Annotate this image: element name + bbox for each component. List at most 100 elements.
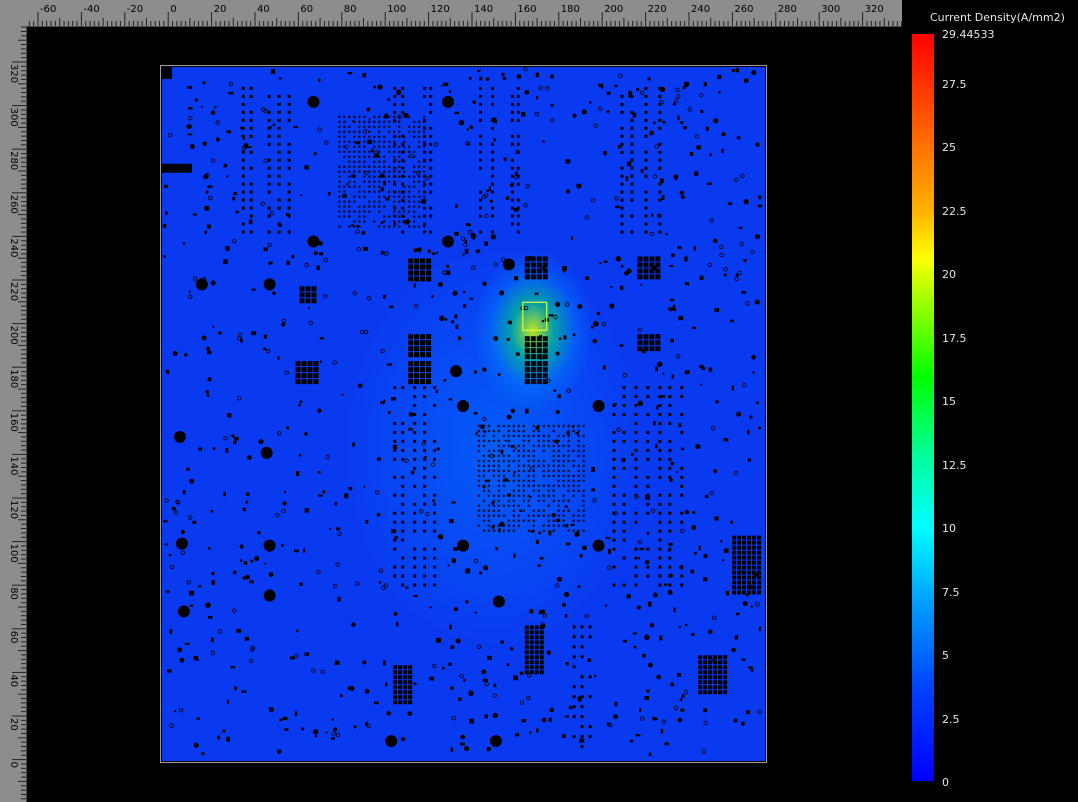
ruler-left-label: 320: [8, 64, 19, 83]
ruler-top-label: 240: [691, 4, 710, 15]
legend-value: 10: [942, 522, 956, 536]
pad-array: [408, 334, 432, 358]
ruler-top-label: 300: [821, 4, 840, 15]
ruler-top-label: 80: [344, 4, 357, 15]
ruler-left-label: 140: [8, 456, 19, 475]
bga-footprint: [477, 424, 585, 532]
via-column: [393, 386, 397, 578]
pad-array: [295, 361, 319, 385]
via-column: [413, 386, 417, 587]
bga-footprint: [338, 115, 426, 228]
ruler-top-label: -60: [40, 4, 56, 15]
pad-array: [524, 336, 548, 360]
via-column: [658, 386, 662, 587]
pad-array: [408, 258, 432, 282]
mounting-hole: [263, 589, 276, 602]
ruler-left-label: 300: [8, 108, 19, 127]
via-column: [478, 86, 482, 234]
ruler-left-label: 120: [8, 500, 19, 519]
pad-array: [637, 256, 661, 280]
ruler-top-label: 120: [431, 4, 450, 15]
mounting-hole: [442, 95, 455, 108]
ruler-left-label: 160: [8, 413, 19, 432]
legend-value: 25: [942, 141, 956, 155]
legend-value: 17.5: [942, 331, 967, 345]
mounting-hole: [195, 278, 208, 291]
ruler-top-label: 40: [257, 4, 270, 15]
mounting-hole: [385, 735, 398, 748]
mounting-hole: [177, 605, 190, 618]
via-column: [572, 625, 576, 739]
via-column: [588, 625, 592, 739]
legend-value: 12.5: [942, 458, 967, 472]
pad-array: [524, 361, 548, 385]
legend-value: 15: [942, 395, 956, 409]
pad-array: [408, 361, 432, 385]
mounting-hole: [307, 235, 320, 248]
mounting-hole: [450, 365, 463, 378]
board-outline: [160, 65, 767, 763]
ruler-top-label: 160: [517, 4, 536, 15]
mounting-hole: [457, 400, 469, 413]
ruler-top-label: 260: [734, 4, 753, 15]
legend-max-value: 29.44533: [942, 28, 995, 41]
ruler-top-label: 140: [474, 4, 493, 15]
horizontal-ruler[interactable]: -60 -40 -20 0 20 40 60 80 100 120 140 160 180 200 220 2…: [0, 0, 902, 27]
legend-value: 22.5: [942, 204, 967, 218]
via-column: [634, 386, 638, 587]
ruler-left-label: 20: [8, 718, 19, 731]
ruler-top-label: 20: [214, 4, 227, 15]
legend-value: 20: [942, 268, 956, 282]
ruler-left-label: 40: [8, 674, 19, 687]
ruler-top-label: 0: [170, 4, 176, 15]
vertical-ruler-ticks: 3203002802602402202001801601401201008060…: [8, 26, 26, 800]
via-column: [287, 94, 291, 234]
mounting-hole: [457, 539, 469, 552]
ruler-top-label: 220: [648, 4, 667, 15]
via-column: [401, 386, 405, 587]
color-legend: Current Density(A/mm2) 29.44533 27.5 25 22…: [903, 0, 1078, 802]
via-column: [646, 386, 650, 578]
ruler-left-label: 280: [8, 151, 19, 170]
legend-value: 0: [942, 776, 949, 789]
legend-title: Current Density(A/mm2): [930, 11, 1065, 24]
ruler-left-label: 240: [8, 238, 19, 257]
mounting-hole: [260, 446, 273, 459]
via-column: [249, 86, 253, 234]
via-column: [612, 404, 616, 587]
via-column: [658, 86, 662, 234]
color-bar: [912, 34, 934, 781]
mounting-hole: [592, 400, 605, 413]
ruler-top-label: 200: [604, 4, 623, 15]
current-density-map[interactable]: [162, 67, 765, 761]
via-column: [620, 94, 624, 234]
via-column: [644, 86, 648, 234]
ruler-left-label: 80: [8, 587, 19, 600]
ruler-top-label: 320: [865, 4, 884, 15]
pad-array: [732, 535, 762, 595]
vertical-ruler[interactable]: 320 300 280 260 240 220 200 180 160 140 120 100 80 60…: [0, 26, 27, 802]
mounting-hole: [442, 235, 455, 248]
mounting-hole: [175, 537, 188, 550]
horizontal-ruler-ticks: -60 -40 -20 0 20 40 60 80 100 120 140 160 180 200 220 2…: [28, 4, 902, 26]
ruler-top-label: 180: [561, 4, 580, 15]
mounting-hole: [492, 595, 505, 608]
ruler-left-label: 180: [8, 369, 19, 388]
pad-array: [393, 665, 413, 705]
ruler-left-label: 200: [8, 326, 19, 345]
mounting-hole: [263, 278, 276, 291]
pad-array: [637, 334, 661, 352]
corner-marker: [162, 67, 172, 79]
legend-value: 2.5: [942, 712, 960, 726]
via-column: [277, 94, 281, 234]
board-features: [162, 67, 763, 757]
canvas-viewport[interactable]: [27, 27, 902, 802]
ruler-left-label: 220: [8, 282, 19, 301]
ruler-top-label: 60: [300, 4, 313, 15]
via-column: [423, 386, 427, 587]
ruler-top-label: -40: [83, 4, 99, 15]
pad-array: [524, 625, 544, 675]
ruler-corner: [0, 0, 26, 26]
legend-value: 27.5: [942, 78, 967, 91]
ruler-left-label: 60: [8, 631, 19, 644]
